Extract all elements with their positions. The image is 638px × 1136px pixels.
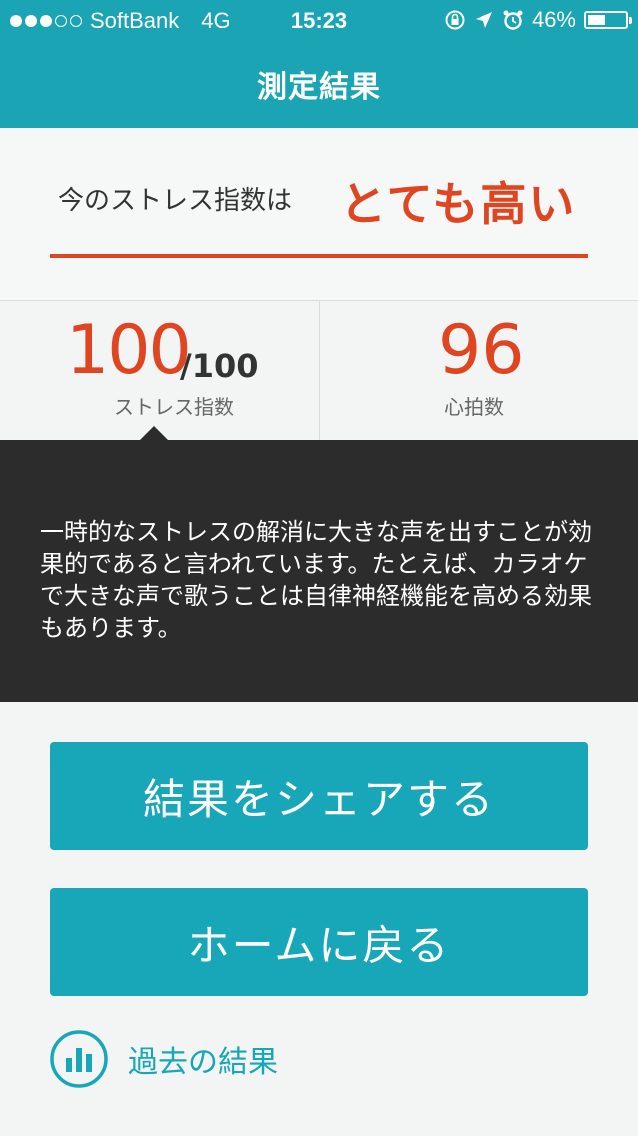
advice-tooltip: 一時的なストレスの解消に大きな声を出すことが効果的であると言われています。たとえ…: [0, 440, 638, 702]
stress-index-max: /100: [180, 347, 259, 385]
back-home-label: ホームに戻る: [187, 920, 451, 970]
stress-result-label: 今のストレス指数は: [58, 186, 293, 216]
page-title: 測定結果: [257, 70, 381, 105]
bar-chart-icon: [50, 1030, 108, 1088]
past-results-link[interactable]: 過去の結果: [50, 1030, 278, 1088]
nav-bar: 測定結果: [0, 40, 638, 128]
heart-rate-value: 96: [438, 311, 525, 390]
result-summary: 今のストレス指数は とても高い: [0, 128, 638, 300]
rotation-lock-icon: [445, 10, 465, 30]
heart-rate-caption: 心拍数: [444, 395, 504, 419]
status-bar: SoftBank 4G 15:23 46%: [0, 0, 638, 40]
share-result-button[interactable]: 結果をシェアする: [50, 742, 588, 850]
stress-index-value: 100: [66, 311, 192, 390]
tip-pointer: [140, 426, 168, 440]
advice-text: 一時的なストレスの解消に大きな声を出すことが効果的であると言われています。たとえ…: [40, 518, 592, 642]
past-results-label: 過去の結果: [128, 1045, 278, 1080]
battery-level: [588, 15, 605, 25]
alarm-icon: [503, 10, 523, 30]
stress-index-caption: ストレス指数: [114, 395, 234, 419]
status-right: 46%: [444, 7, 632, 33]
battery-percent: 46%: [531, 7, 576, 32]
share-result-label: 結果をシェアする: [142, 774, 495, 824]
stats-divider: [319, 301, 320, 441]
stats-panel: 100 /100 ストレス指数 96 心拍数: [0, 300, 638, 441]
result-underline: [50, 254, 588, 258]
stress-level-text: とても高い: [340, 177, 577, 231]
battery-icon: [584, 11, 632, 29]
back-home-button[interactable]: ホームに戻る: [50, 888, 588, 996]
location-arrow-icon: [475, 12, 492, 28]
